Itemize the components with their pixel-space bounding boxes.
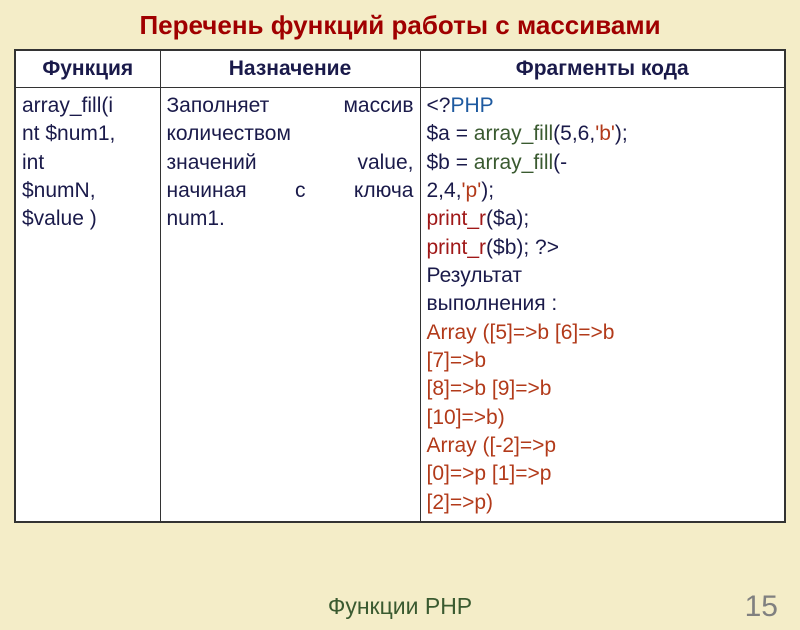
output-line: [0]=>p [1]=>p xyxy=(427,462,552,485)
desc-word: значений xyxy=(167,149,257,177)
output-line: [2]=>p) xyxy=(427,491,494,514)
func-line: array_fill(i xyxy=(22,94,113,117)
page-title: Перечень функций работы с массивами xyxy=(0,0,800,49)
page-number: 15 xyxy=(745,590,778,624)
result-label: выполнения : xyxy=(427,292,558,315)
functions-table: Функция Назначение Фрагменты кода array_… xyxy=(14,49,786,523)
code-token: ($a); xyxy=(486,207,529,230)
code-token: 'p' xyxy=(462,179,482,202)
header-purpose: Назначение xyxy=(160,50,420,88)
table-row: array_fill(i nt $num1, int $numN, $value… xyxy=(15,88,785,523)
func-line: nt $num1, xyxy=(22,122,115,145)
desc-word: количеством xyxy=(167,122,291,145)
code-token: print_r xyxy=(427,207,487,230)
output-line: Array ([-2]=>p xyxy=(427,434,557,457)
code-token: ); xyxy=(481,179,494,202)
header-function: Функция xyxy=(15,50,160,88)
output-line: [7]=>b xyxy=(427,349,487,372)
code-token: $a = xyxy=(427,122,474,145)
code-token: 2,4, xyxy=(427,179,462,202)
cell-code: <?PHP $a = array_fill(5,6,'b'); $b = arr… xyxy=(420,88,785,523)
code-token: $b = xyxy=(427,151,474,174)
code-token: print_r xyxy=(427,236,487,259)
desc-word: массив xyxy=(343,92,413,120)
code-token: ($b); ?> xyxy=(486,236,559,259)
code-token: <? xyxy=(427,94,451,117)
func-line: $value ) xyxy=(22,207,97,230)
code-token: array_fill xyxy=(474,151,553,174)
footer-label: Функции PHP xyxy=(0,593,800,620)
output-line: Array ([5]=>b [6]=>b xyxy=(427,321,615,344)
desc-word: ключа xyxy=(354,177,414,205)
func-line: $numN, xyxy=(22,179,96,202)
desc-word: начиная xyxy=(167,177,247,205)
header-code: Фрагменты кода xyxy=(420,50,785,88)
table-header-row: Функция Назначение Фрагменты кода xyxy=(15,50,785,88)
footer: Функции PHP 15 xyxy=(0,593,800,620)
code-token: 'b' xyxy=(595,122,615,145)
output-line: [10]=>b) xyxy=(427,406,505,429)
cell-purpose: Заполняет массив количеством значений valu… xyxy=(160,88,420,523)
code-token: PHP xyxy=(450,94,493,117)
desc-word: num1. xyxy=(167,207,225,230)
code-token: ); xyxy=(615,122,628,145)
output-line: [8]=>b [9]=>b xyxy=(427,377,552,400)
desc-word: Заполняет xyxy=(167,92,270,120)
cell-function: array_fill(i nt $num1, int $numN, $value… xyxy=(15,88,160,523)
func-line: int xyxy=(22,151,44,174)
code-token: array_fill xyxy=(474,122,553,145)
code-token: (- xyxy=(553,151,567,174)
desc-word: value, xyxy=(357,149,413,177)
desc-word: с xyxy=(295,177,306,205)
result-label: Результат xyxy=(427,264,523,287)
code-token: (5,6, xyxy=(553,122,595,145)
